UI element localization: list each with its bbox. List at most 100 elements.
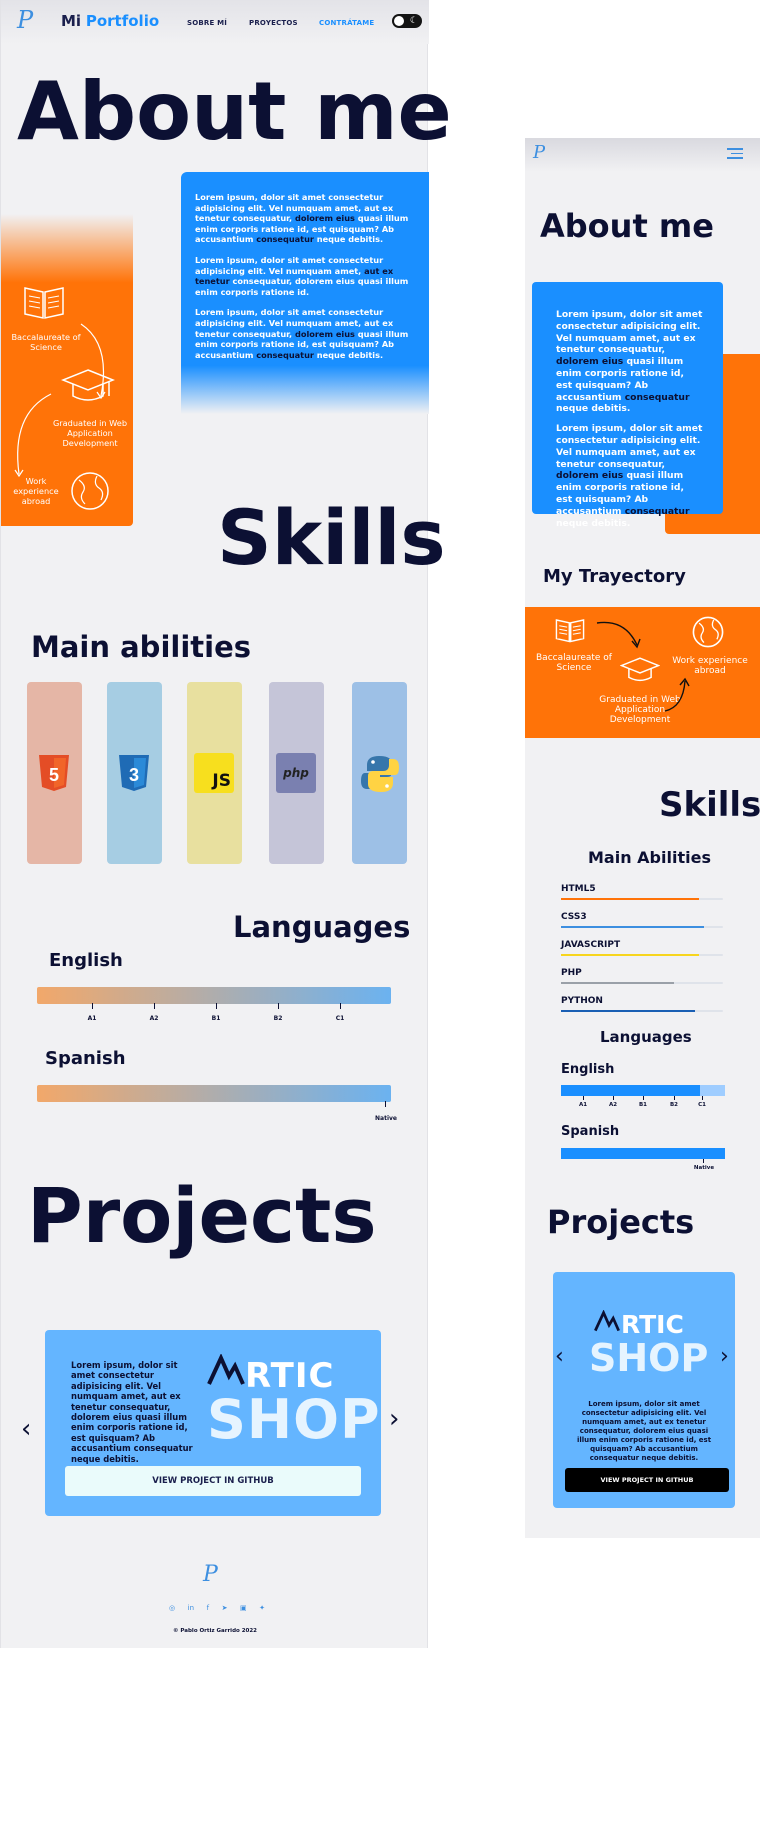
whatsapp-icon[interactable]: ◎	[169, 1604, 175, 1612]
tick-a1: A1	[87, 1015, 97, 1022]
mobile-project-logo-top: RTIC	[621, 1310, 684, 1339]
desktop-page: P Mi Portfolio SOBRE MÍ PROYECTOS CONTRÁ…	[0, 0, 452, 1648]
skill-card-css3[interactable]: 3	[107, 682, 162, 864]
about-paragraph-3: Lorem ipsum, dolor sit amet consectetur …	[195, 307, 409, 360]
tick-b2: B2	[669, 1102, 679, 1108]
language-name-spanish: Spanish	[45, 1048, 126, 1069]
mobile-spanish-bar	[561, 1148, 725, 1159]
brand-name[interactable]: Mi Portfolio	[61, 12, 159, 30]
carousel-next-arrow[interactable]: ›	[389, 1406, 399, 1432]
mobile-trajectory-panel: Baccalaureate of Science Work experience…	[525, 607, 760, 738]
svg-text:3: 3	[129, 765, 139, 785]
skill-fill	[561, 926, 704, 928]
theme-toggle[interactable]: ☾	[392, 14, 422, 28]
skills-title: Skills	[217, 493, 446, 582]
mobile-project-slide: RTIC SHOP Lorem ipsum, dolor sit amet co…	[553, 1272, 735, 1508]
footer-social-icons: ◎ in f ➤ ▣ ✦	[169, 1604, 265, 1612]
tick-c1: C1	[335, 1015, 345, 1022]
mobile-language-spanish: Spanish	[561, 1124, 620, 1139]
project-description: Lorem ipsum, dolor sit amet consectetur …	[71, 1360, 193, 1464]
mobile-carousel-next-arrow[interactable]: ›	[720, 1346, 729, 1368]
skill-label: HTML5	[561, 884, 596, 894]
mobile-about-paragraph-2: Lorem ipsum, dolor sit amet consectetur …	[556, 423, 703, 529]
mobile-about-paragraph-1: Lorem ipsum, dolor sit amet consectetur …	[556, 309, 703, 415]
mobile-english-ticks: A1 A2 B1 B2 C1	[561, 1096, 725, 1116]
tick-b1: B1	[211, 1015, 221, 1022]
tick-native-line	[385, 1101, 386, 1107]
mobile-project-logo-bottom: SHOP	[589, 1336, 709, 1380]
skill-card-javascript[interactable]: JS	[187, 682, 242, 864]
desktop-header: P Mi Portfolio SOBRE MÍ PROYECTOS CONTRÁ…	[1, 0, 429, 44]
instagram-icon[interactable]: ▣	[240, 1604, 247, 1612]
hamburger-menu-icon[interactable]	[727, 148, 743, 159]
linkedin-icon[interactable]: in	[188, 1604, 194, 1612]
tick-native: Native	[375, 1115, 397, 1122]
mobile-about-title: About me	[540, 207, 714, 245]
skill-fill	[561, 982, 674, 984]
skill-label: PHP	[561, 968, 582, 978]
html5-icon: 5	[39, 755, 69, 791]
languages-title: Languages	[233, 910, 411, 944]
css3-icon: 3	[119, 755, 149, 791]
trajectory-arrows	[14, 323, 106, 478]
php-icon: php	[276, 753, 316, 793]
mobile-trajectory-title: My Trayectory	[543, 566, 686, 587]
mobile-skill-row-html5: HTML5	[561, 884, 723, 900]
brand-first: Mi	[61, 12, 82, 30]
spanish-level-bar	[37, 1085, 391, 1102]
mobile-skill-row-php: PHP	[561, 968, 723, 984]
nav-about[interactable]: SOBRE MÍ	[187, 19, 227, 27]
mobile-trajectory-arrows	[596, 621, 690, 712]
english-ticks: A1 A2 B1 B2 C1	[81, 1003, 361, 1027]
project-logo-bottom: SHOP	[207, 1388, 381, 1451]
mobile-languages-title: Languages	[600, 1028, 692, 1046]
telegram-icon[interactable]: ➤	[222, 1604, 228, 1612]
skill-label: JAVASCRIPT	[561, 940, 621, 950]
projects-title: Projects	[27, 1171, 377, 1260]
nav-contact[interactable]: CONTRÁTAME	[319, 19, 374, 27]
skill-card-php[interactable]: php	[269, 682, 324, 864]
mobile-logo-icon[interactable]: P	[533, 142, 545, 163]
skill-fill	[561, 954, 699, 956]
carousel-prev-arrow[interactable]: ‹	[21, 1416, 31, 1442]
mountain-logo-icon	[207, 1354, 245, 1385]
about-text-box: Lorem ipsum, dolor sit amet consectetur …	[181, 172, 429, 414]
main-abilities-title: Main abilities	[31, 630, 251, 664]
mobile-page: P About me Lorem ipsum, dolor sit amet c…	[525, 138, 760, 1538]
svg-text:5: 5	[49, 765, 59, 785]
skill-label: PYTHON	[561, 996, 603, 1006]
mobile-skill-row-css3: CSS3	[561, 912, 723, 928]
english-level-bar	[37, 987, 391, 1004]
language-name-english: English	[49, 950, 123, 971]
tick-b2: B2	[273, 1015, 283, 1022]
tick-a2: A2	[608, 1102, 618, 1108]
mobile-english-bar	[561, 1085, 725, 1096]
skill-fill	[561, 898, 699, 900]
project-slide: Lorem ipsum, dolor sit amet consectetur …	[45, 1330, 381, 1516]
mobile-skill-row-python: PYTHON	[561, 996, 723, 1012]
nav-projects[interactable]: PROYECTOS	[249, 19, 298, 27]
skill-card-html5[interactable]: 5	[27, 682, 82, 864]
mobile-language-english: English	[561, 1062, 615, 1077]
toggle-knob	[394, 16, 404, 26]
trajectory-panel: Baccalaureate of Science Graduated in We…	[1, 214, 133, 526]
facebook-icon[interactable]: f	[207, 1604, 209, 1612]
tick-c1: C1	[698, 1102, 706, 1108]
about-paragraph-1: Lorem ipsum, dolor sit amet consectetur …	[195, 192, 409, 245]
mobile-skills-title: Skills	[659, 785, 760, 825]
twitter-icon[interactable]: ✦	[259, 1604, 265, 1612]
mobile-view-github-button[interactable]: VIEW PROJECT IN GITHUB	[565, 1468, 729, 1492]
footer-logo-icon[interactable]: P	[203, 1562, 218, 1587]
skill-label: CSS3	[561, 912, 587, 922]
mobile-about-box: Lorem ipsum, dolor sit amet consectetur …	[532, 282, 723, 529]
skill-card-python[interactable]	[352, 682, 407, 864]
mobile-carousel-prev-arrow[interactable]: ‹	[555, 1346, 564, 1368]
logo-icon[interactable]: P	[17, 6, 33, 34]
view-github-button[interactable]: VIEW PROJECT IN GITHUB	[65, 1466, 361, 1496]
python-icon	[361, 756, 399, 792]
mobile-main-abilities-title: Main Abilities	[588, 848, 711, 867]
mobile-header	[525, 138, 760, 172]
javascript-icon: JS	[194, 753, 234, 793]
mobile-tick-native: Native	[693, 1165, 715, 1171]
tick-b1: B1	[638, 1102, 648, 1108]
